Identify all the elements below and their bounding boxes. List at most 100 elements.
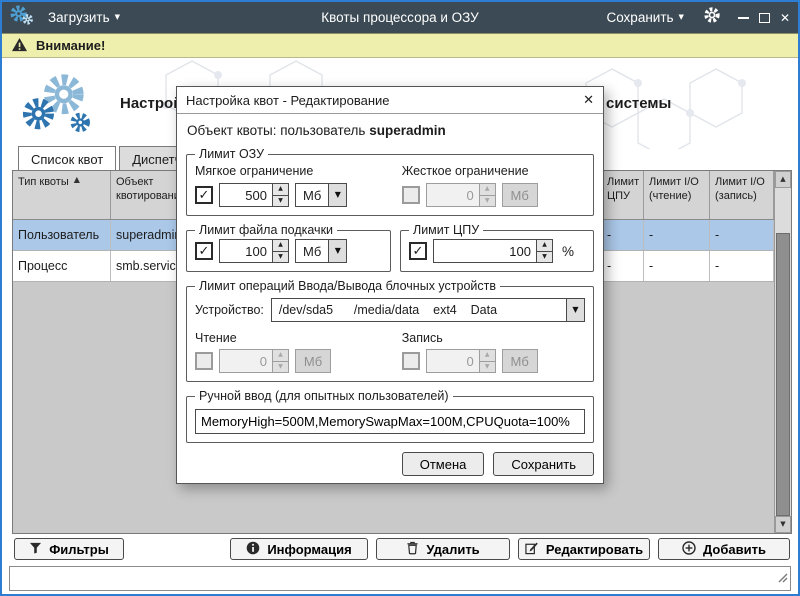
minimize-button[interactable]	[738, 17, 749, 19]
cell-quota-type: Процесс	[13, 251, 111, 281]
column-header-quota-type[interactable]: Тип квоты ▲	[13, 171, 111, 219]
close-button[interactable]: ✕	[780, 12, 790, 24]
hard-limit-spinbox: 0 ▲ ▼	[426, 183, 496, 207]
dialog-titlebar[interactable]: Настройка квот - Редактирование ✕	[177, 87, 603, 114]
tab-quota-list[interactable]: Список квот	[18, 146, 116, 171]
soft-limit-checkbox[interactable]: ✓	[195, 186, 213, 204]
delete-button[interactable]: Удалить	[376, 538, 510, 560]
cell-io-write: -	[710, 220, 774, 250]
page-title-fragment-right: системы	[606, 95, 671, 112]
info-button[interactable]: Информация	[230, 538, 368, 560]
soft-unit-combo: Мб ▼	[295, 183, 347, 207]
filters-button[interactable]: Фильтры	[14, 538, 124, 560]
spin-down-icon[interactable]: ▼	[273, 196, 288, 207]
titlebar: Загрузить ▼ Квоты процессора и ОЗУ Сохра…	[2, 2, 798, 33]
write-limit-checkbox[interactable]	[402, 352, 420, 370]
swap-limit-value[interactable]: 100	[219, 239, 273, 263]
page-title-fragment-left: Настрой	[120, 95, 182, 112]
cpu-limit-group: Лимит ЦПУ ✓ 100 ▲ ▼ %	[400, 223, 594, 272]
cell-io-write: -	[710, 251, 774, 281]
sort-asc-icon: ▲	[74, 176, 80, 219]
spin-up-icon: ▲	[480, 350, 495, 362]
window-title: Квоты процессора и ОЗУ	[321, 10, 478, 25]
column-header-io-write[interactable]: Лимит I/O (запись)	[710, 171, 774, 219]
write-limit-spinbox: 0 ▲ ▼	[426, 349, 496, 373]
scrollbar-thumb[interactable]	[776, 233, 790, 516]
cpu-limit-value[interactable]: 100	[433, 239, 537, 263]
soft-limit-value[interactable]: 500	[219, 183, 273, 207]
cpu-limit-checkbox[interactable]: ✓	[409, 242, 427, 260]
read-limit-value[interactable]: 0	[219, 349, 273, 373]
ram-limit-legend: Лимит ОЗУ	[195, 147, 268, 161]
check-icon: ✓	[199, 245, 210, 258]
read-unit-box: Мб	[295, 349, 331, 373]
percent-label: %	[562, 244, 574, 259]
resize-grip[interactable]	[776, 570, 788, 588]
scroll-up-button[interactable]: ▲	[775, 171, 791, 188]
cell-cpu-limit: -	[602, 220, 644, 250]
quota-object-name: superadmin	[369, 123, 446, 138]
settings-gear-icon[interactable]	[703, 6, 721, 29]
swap-limit-group: Лимит файла подкачки ✓ 100 ▲ ▼	[186, 223, 391, 272]
quota-edit-dialog: Настройка квот - Редактирование ✕ Объект…	[176, 86, 604, 484]
device-combo: /dev/sda5 /media/data ext4 Data ▼	[271, 298, 585, 322]
io-limit-group: Лимит операций Ввода/Вывода блочных устр…	[186, 279, 594, 382]
hard-limit-label: Жесткое ограничение	[402, 164, 585, 178]
cell-io-read: -	[644, 251, 710, 281]
combo-arrow-icon[interactable]: ▼	[329, 183, 347, 207]
swap-limit-legend: Лимит файла подкачки	[195, 223, 337, 237]
soft-limit-spinbox: 500 ▲ ▼	[219, 183, 289, 207]
spin-down-icon[interactable]: ▼	[273, 252, 288, 263]
column-header-cpu-limit[interactable]: Лимит ЦПУ	[602, 171, 644, 219]
soft-limit-label: Мягкое ограничение	[195, 164, 402, 178]
spin-down-icon: ▼	[480, 196, 495, 207]
hard-unit-box: Мб	[502, 183, 538, 207]
manual-input-legend: Ручной ввод (для опытных пользователей)	[195, 389, 453, 403]
spin-up-icon[interactable]: ▲	[273, 240, 288, 252]
read-limit-checkbox[interactable]	[195, 352, 213, 370]
cancel-button[interactable]: Отмена	[402, 452, 485, 476]
ram-limit-group: Лимит ОЗУ Мягкое ограничение ✓ 500 ▲	[186, 147, 594, 216]
spin-down-icon: ▼	[273, 362, 288, 373]
warning-triangle-icon	[11, 37, 28, 55]
quota-object-line: Объект квоты: пользователь superadmin	[187, 123, 593, 138]
info-icon	[246, 541, 260, 558]
cell-io-read: -	[644, 220, 710, 250]
swap-limit-checkbox[interactable]: ✓	[195, 242, 213, 260]
add-button[interactable]: Добавить	[658, 538, 790, 560]
save-button[interactable]: Сохранить ▼	[600, 9, 689, 26]
spin-up-icon[interactable]: ▲	[537, 240, 552, 252]
swap-unit-combo: Мб ▼	[295, 239, 347, 263]
dialog-close-icon[interactable]: ✕	[583, 94, 594, 107]
hard-limit-checkbox[interactable]	[402, 186, 420, 204]
load-button[interactable]: Загрузить ▼	[42, 9, 126, 26]
write-limit-value[interactable]: 0	[426, 349, 480, 373]
check-icon: ✓	[413, 245, 424, 258]
app-logo-gears	[18, 69, 92, 142]
hard-limit-value[interactable]: 0	[426, 183, 480, 207]
spin-down-icon[interactable]: ▼	[537, 252, 552, 263]
combo-arrow-icon[interactable]: ▼	[567, 298, 585, 322]
io-limit-legend: Лимит операций Ввода/Вывода блочных устр…	[195, 279, 500, 293]
edit-pencil-icon	[525, 541, 539, 558]
spin-up-icon[interactable]: ▲	[273, 184, 288, 196]
app-window: Загрузить ▼ Квоты процессора и ОЗУ Сохра…	[0, 0, 800, 596]
swap-unit-value[interactable]: Мб	[295, 239, 329, 263]
maximize-button[interactable]	[759, 13, 770, 23]
vertical-scrollbar[interactable]: ▲ ▼	[774, 171, 791, 533]
chevron-down-icon: ▼	[115, 14, 120, 21]
check-icon: ✓	[199, 189, 210, 202]
write-unit-box: Мб	[502, 349, 538, 373]
warning-text: Внимание!	[36, 38, 105, 53]
device-label: Устройство:	[195, 303, 264, 317]
soft-unit-value[interactable]: Мб	[295, 183, 329, 207]
scroll-down-button[interactable]: ▼	[775, 516, 791, 533]
bottom-toolbar: Фильтры Информация Удалить	[2, 538, 798, 560]
column-header-io-read[interactable]: Лимит I/O (чтение)	[644, 171, 710, 219]
dialog-save-button[interactable]: Сохранить	[493, 452, 594, 476]
manual-input-field[interactable]	[195, 409, 585, 434]
spin-down-icon: ▼	[480, 362, 495, 373]
edit-button[interactable]: Редактировать	[518, 538, 650, 560]
device-value[interactable]: /dev/sda5 /media/data ext4 Data	[271, 298, 567, 322]
combo-arrow-icon[interactable]: ▼	[329, 239, 347, 263]
